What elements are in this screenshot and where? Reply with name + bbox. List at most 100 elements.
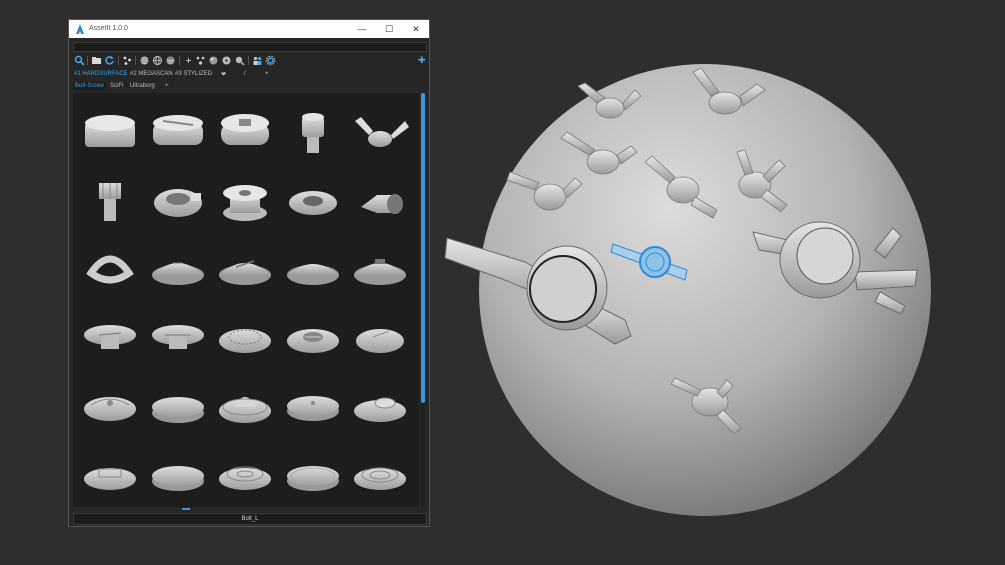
asset-thumbnail-flat-disc[interactable] xyxy=(145,373,211,439)
asset-thumbnail-ring-washer[interactable] xyxy=(280,169,346,235)
add-button[interactable]: ✚ xyxy=(418,55,426,66)
asset-browser-window: AssetIt 1.0.0 — ☐ ✕ ✚ #1 HARDSURFACE #2 … xyxy=(68,19,430,527)
globe-icon[interactable] xyxy=(152,55,163,66)
asset-thumbnail-flange-slot[interactable] xyxy=(77,305,143,371)
subtab-bolt-screw[interactable]: Bolt-Screw xyxy=(73,82,107,90)
minimize-button[interactable]: — xyxy=(351,21,373,37)
slotted-cap-mesh-icon xyxy=(152,115,203,145)
asset-thumbnail-dome-socket[interactable] xyxy=(347,237,413,303)
sphere-alt-icon[interactable] xyxy=(208,55,219,66)
asset-grid xyxy=(73,93,419,507)
asset-thumbnail-hex-cap[interactable] xyxy=(77,101,143,167)
hex-cap-mesh-icon xyxy=(85,115,135,147)
refresh-icon[interactable] xyxy=(104,55,115,66)
3d-viewport[interactable] xyxy=(435,0,1005,565)
tab-hardsurface[interactable]: #1 HARDSURFACE xyxy=(74,71,128,77)
tech-disc-mesh-icon xyxy=(84,397,136,421)
asset-thumbnail-pin-bolt[interactable] xyxy=(280,101,346,167)
library-tabs: #1 HARDSURFACE #2 MEGASCAN #3 STYLIZED ❤… xyxy=(69,69,429,81)
asset-thumbnail-d-ring[interactable] xyxy=(77,237,143,303)
line-disc-mesh-icon xyxy=(356,329,404,353)
tab-stylized[interactable]: #3 STYLIZED xyxy=(175,71,212,77)
ridge-plate-mesh-icon xyxy=(219,466,271,490)
subtab-ultraborg[interactable]: Ultraborg xyxy=(128,82,157,90)
globe-alt-icon[interactable] xyxy=(165,55,176,66)
sphere-icon[interactable] xyxy=(139,55,150,66)
asset-thumbnail-dome-hub[interactable] xyxy=(212,373,278,439)
ring-plate-mesh-icon xyxy=(354,467,406,490)
asset-thumbnail-knurled-bolt[interactable] xyxy=(77,169,143,235)
flat-disc-mesh-icon xyxy=(151,397,204,423)
folder-icon[interactable] xyxy=(91,55,102,66)
asset-thumbnail-flat-plate[interactable] xyxy=(145,441,211,507)
vertical-scrollbar[interactable] xyxy=(421,93,425,507)
tab-megascan[interactable]: #2 MEGASCAN xyxy=(130,71,173,77)
grill-plate-mesh-icon xyxy=(286,329,339,353)
asset-thumbnail-plain-plate[interactable] xyxy=(280,441,346,507)
asset-thumbnail-knob-disc[interactable] xyxy=(347,373,413,439)
category-tabs: Bolt-Screw SciFi Ultraborg + xyxy=(69,81,429,92)
asset-thumbnail-clamp-collar[interactable] xyxy=(145,169,211,235)
plain-plate-mesh-icon xyxy=(286,466,339,491)
asset-thumbnail-ridge-plate[interactable] xyxy=(212,441,278,507)
d-ring-mesh-icon xyxy=(86,255,134,284)
asset-thumbnail-tech-disc[interactable] xyxy=(77,373,143,439)
ring-washer-mesh-icon xyxy=(288,191,337,215)
close-button[interactable]: ✕ xyxy=(405,21,427,37)
tab-add[interactable]: + xyxy=(265,71,269,77)
toolbar-separator xyxy=(87,56,88,65)
dome-hub-mesh-icon xyxy=(219,397,271,423)
flange-cross-mesh-icon xyxy=(151,325,204,349)
tab-divider[interactable]: / xyxy=(244,71,246,77)
search-icon[interactable] xyxy=(74,55,85,66)
asset-thumbnail-wing-nut[interactable] xyxy=(347,101,413,167)
tech-plate-mesh-icon xyxy=(84,468,136,490)
horizontal-scroll-indicator[interactable] xyxy=(182,508,190,510)
maximize-button[interactable]: ☐ xyxy=(378,21,400,37)
asset-thumbnail-slotted-cap[interactable] xyxy=(145,101,211,167)
tab-favorites[interactable]: ❤ xyxy=(221,71,226,78)
dome-cross-mesh-icon xyxy=(151,262,204,285)
scatter-alt-icon[interactable] xyxy=(195,55,206,66)
subtab-add[interactable]: + xyxy=(163,82,171,90)
asset-thumbnail-ring-plate[interactable] xyxy=(347,441,413,507)
dome-slot-mesh-icon xyxy=(219,260,271,285)
asset-thumbnail-dome-plain[interactable] xyxy=(280,237,346,303)
toolbar-separator xyxy=(118,56,119,65)
asset-thumbnail-grill-plate[interactable] xyxy=(280,305,346,371)
asset-thumbnail-square-socket-cap[interactable] xyxy=(212,101,278,167)
asset-thumbnail-dome-cross[interactable] xyxy=(145,237,211,303)
dome-plain-mesh-icon xyxy=(286,264,339,285)
sphere-dot-icon[interactable] xyxy=(221,55,232,66)
people-icon[interactable] xyxy=(252,55,263,66)
asset-thumbnail-gear-plate[interactable] xyxy=(212,305,278,371)
asset-thumbnail-pipe-clip[interactable] xyxy=(347,169,413,235)
app-logo-icon xyxy=(76,24,84,34)
pin-bolt-mesh-icon xyxy=(301,113,324,153)
asset-thumbnail-dome-slot[interactable] xyxy=(212,237,278,303)
square-socket-cap-mesh-icon xyxy=(221,114,269,145)
knurled-bolt-mesh-icon xyxy=(99,183,121,221)
search-input[interactable] xyxy=(73,42,427,52)
knob-disc-mesh-icon xyxy=(354,397,406,422)
asset-thumbnail-line-disc[interactable] xyxy=(347,305,413,371)
title-bar[interactable]: AssetIt 1.0.0 — ☐ ✕ xyxy=(69,20,429,38)
settings-icon[interactable] xyxy=(265,55,276,66)
scrollbar-thumb[interactable] xyxy=(421,93,425,403)
selected-asset-name: Bolt_L xyxy=(73,513,427,525)
toolbar-separator xyxy=(135,56,136,65)
asset-thumbnail-dot-disc[interactable] xyxy=(280,373,346,439)
plus-small-icon[interactable] xyxy=(183,55,194,66)
toolbar-separator xyxy=(179,56,180,65)
asset-thumbnail-tech-plate[interactable] xyxy=(77,441,143,507)
scatter-icon[interactable] xyxy=(122,55,133,66)
spool-nut-mesh-icon xyxy=(223,185,267,221)
subtab-scifi[interactable]: SciFi xyxy=(108,82,125,90)
flat-plate-mesh-icon xyxy=(151,466,204,491)
dome-socket-mesh-icon xyxy=(354,259,406,285)
asset-thumbnail-flange-cross[interactable] xyxy=(145,305,211,371)
toolbar-separator xyxy=(248,56,249,65)
zoom-icon[interactable] xyxy=(234,55,245,66)
pipe-clip-mesh-icon xyxy=(361,194,403,214)
asset-thumbnail-spool-nut[interactable] xyxy=(212,169,278,235)
